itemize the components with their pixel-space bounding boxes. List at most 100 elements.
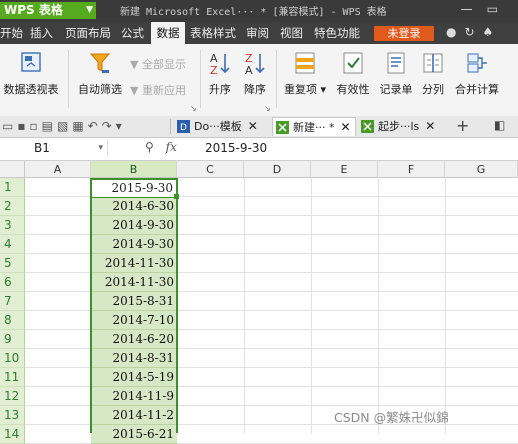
more-dropdown-icon[interactable]: ▾ xyxy=(116,119,126,133)
cell-b[interactable]: 2014-5-19 xyxy=(91,368,177,387)
grid-column-line xyxy=(311,178,312,433)
validity-button[interactable]: 有效性 xyxy=(333,50,373,97)
filter-group-launcher-icon[interactable]: ↘ xyxy=(190,104,197,113)
funnel-icon xyxy=(88,50,112,76)
doc-tab-startup[interactable]: 起步···ls ✕ xyxy=(358,117,452,136)
name-box[interactable]: B1 ▾ xyxy=(0,140,108,157)
new-tab-plus-icon[interactable]: + xyxy=(456,116,469,135)
spreadsheet-grid[interactable]: A B C D E F G 1 2 2014-6-30 3 2014-9-30 4 2014… xyxy=(0,161,518,444)
tab-list-icon[interactable]: ◧ xyxy=(494,118,505,132)
menu-insert[interactable]: 插入 xyxy=(30,22,53,44)
redo-icon[interactable]: ↷ xyxy=(102,119,116,133)
pivot-table-button[interactable]: 数据透视表 xyxy=(0,50,62,97)
formula-input[interactable]: 2015-9-30 xyxy=(205,140,267,157)
fill-handle[interactable] xyxy=(174,194,179,199)
cell-b[interactable]: 2014-11-30 xyxy=(91,273,177,292)
menu-formula[interactable]: 公式 xyxy=(121,22,144,44)
close-icon[interactable]: ✕ xyxy=(425,119,435,133)
row-header[interactable]: 5 xyxy=(0,254,25,273)
settings-icon[interactable]: ● xyxy=(446,25,464,39)
cell-b[interactable]: 2014-8-31 xyxy=(91,349,177,368)
validation-check-icon xyxy=(341,50,365,76)
row-header[interactable]: 7 xyxy=(0,292,25,311)
split-column-button[interactable]: 分列 xyxy=(418,50,448,97)
row-header[interactable]: 11 xyxy=(0,368,25,387)
refresh-icon[interactable]: ↻ xyxy=(464,25,482,39)
cell-b[interactable]: 2014-11-9 xyxy=(91,387,177,406)
cell-b[interactable]: 2014-9-30 xyxy=(91,216,177,235)
open-folder-icon[interactable]: ▭ xyxy=(2,119,17,133)
sort-group-launcher-icon[interactable]: ↘ xyxy=(264,104,271,113)
grid-column-line xyxy=(244,178,245,433)
sort-za-icon: ZA xyxy=(243,50,267,77)
cell-b[interactable]: 2014-9-30 xyxy=(91,235,177,254)
zoom-lookup-icon[interactable]: ⚲ xyxy=(145,140,154,154)
column-header-f[interactable]: F xyxy=(378,161,445,178)
cell-b[interactable]: 2014-7-10 xyxy=(91,311,177,330)
column-header-b[interactable]: B xyxy=(91,161,177,178)
login-button[interactable]: 未登录 xyxy=(374,26,434,41)
doc-tab-template[interactable]: D Do···模板 ✕ xyxy=(174,117,274,136)
record-form-label: 记录单 xyxy=(379,83,413,96)
duplicates-button[interactable]: 重复项 ▾ xyxy=(281,50,329,97)
cell-b[interactable]: 2014-6-30 xyxy=(91,197,177,216)
active-cell-b1[interactable]: 2015-9-30 xyxy=(91,179,177,198)
select-all-corner[interactable] xyxy=(0,161,25,178)
show-all-button[interactable]: ▼ 全部显示 xyxy=(130,56,186,72)
format-painter-icon[interactable]: ▦ xyxy=(72,119,87,133)
row-header[interactable]: 12 xyxy=(0,387,25,406)
column-header-e[interactable]: E xyxy=(311,161,378,178)
cell-b[interactable]: 2014-6-20 xyxy=(91,330,177,349)
consolidate-label: 合并计算 xyxy=(455,83,499,96)
reapply-button[interactable]: ▼ 重新应用 xyxy=(130,82,186,98)
row-header[interactable]: 6 xyxy=(0,273,25,292)
app-menu-button[interactable]: WPS 表格 ▼ xyxy=(0,2,96,19)
menu-page-layout[interactable]: 页面布局 xyxy=(65,22,111,44)
quick-access-toolbar: ▭▪▫▤▧▦↶↷▾ xyxy=(2,119,126,133)
cell-b[interactable]: 2014-11-30 xyxy=(91,254,177,273)
chevron-down-icon[interactable]: ▾ xyxy=(98,140,103,157)
split-column-label: 分列 xyxy=(422,83,444,96)
record-form-button[interactable]: 记录单 xyxy=(377,50,415,97)
menu-table-style[interactable]: 表格样式 xyxy=(190,22,236,44)
print-icon[interactable]: ▤ xyxy=(42,119,57,133)
fx-insert-function-icon[interactable]: fx xyxy=(166,140,177,154)
cell-b[interactable]: 2015-6-21 xyxy=(91,425,177,444)
duplicates-label: 重复项 ▾ xyxy=(283,83,327,96)
row-header[interactable]: 9 xyxy=(0,330,25,349)
print-preview-icon[interactable]: ▧ xyxy=(57,119,72,133)
row-header[interactable]: 14 xyxy=(0,425,25,444)
shirt-skin-icon[interactable]: ♠ xyxy=(483,25,502,39)
autofilter-button[interactable]: 自动筛选 xyxy=(75,50,125,97)
menu-review[interactable]: 审阅 xyxy=(246,22,269,44)
document-tab-strip: ▭▪▫▤▧▦↶↷▾ D Do···模板 ✕ 新建··· * ✕ 起步···ls ✕ +… xyxy=(0,116,518,138)
column-header-d[interactable]: D xyxy=(244,161,311,178)
save-icon[interactable]: ▪ xyxy=(17,119,29,133)
menu-special[interactable]: 特色功能 xyxy=(314,22,360,44)
row-header[interactable]: 2 xyxy=(0,197,25,216)
column-header-a[interactable]: A xyxy=(25,161,91,178)
row-header[interactable]: 13 xyxy=(0,406,25,425)
undo-icon[interactable]: ↶ xyxy=(88,119,102,133)
row-header[interactable]: 3 xyxy=(0,216,25,235)
row-header[interactable]: 10 xyxy=(0,349,25,368)
column-header-g[interactable]: G xyxy=(445,161,518,178)
row-header[interactable]: 4 xyxy=(0,235,25,254)
column-header-c[interactable]: C xyxy=(177,161,244,178)
window-controls[interactable]: —▭ xyxy=(461,2,512,16)
cell-b[interactable]: 2014-11-2 xyxy=(91,406,177,425)
pivot-table-label: 数据透视表 xyxy=(3,83,59,96)
cell-b[interactable]: 2015-8-31 xyxy=(91,292,177,311)
menu-data[interactable]: 数据 xyxy=(151,22,185,44)
pdf-icon[interactable]: ▫ xyxy=(29,119,41,133)
sort-descending-button[interactable]: ZA 降序 xyxy=(240,50,270,97)
doc-tab-active[interactable]: 新建··· * ✕ xyxy=(272,117,356,136)
menu-view[interactable]: 视图 xyxy=(280,22,303,44)
close-icon[interactable]: ✕ xyxy=(341,120,351,134)
row-header[interactable]: 8 xyxy=(0,311,25,330)
sort-ascending-button[interactable]: AZ 升序 xyxy=(205,50,235,97)
menu-home[interactable]: 开始 xyxy=(0,22,23,44)
close-icon[interactable]: ✕ xyxy=(248,119,258,133)
row-header[interactable]: 1 xyxy=(0,178,25,197)
consolidate-button[interactable]: 合并计算 xyxy=(452,50,502,97)
